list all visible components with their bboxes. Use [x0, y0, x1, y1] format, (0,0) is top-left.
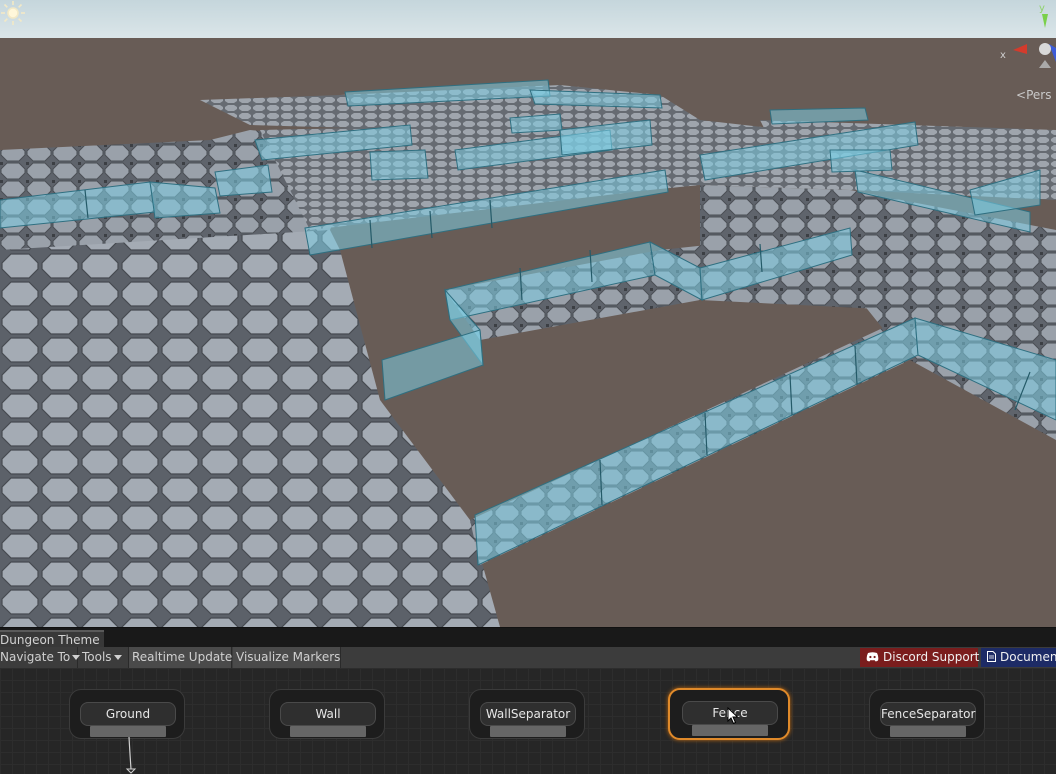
gizmo-y-label: y [1039, 3, 1045, 14]
navigate-to-dropdown[interactable]: Navigate To [0, 647, 81, 668]
discord-icon [866, 652, 879, 662]
projection-label: Pers [1026, 88, 1052, 102]
projection-toggle[interactable]: <Pers [1016, 88, 1051, 102]
node-output-pin[interactable] [890, 726, 966, 737]
discord-support-label: Discord Support [883, 650, 980, 664]
scene-view[interactable]: y x <Pers [0, 0, 1056, 627]
graph-toolbar: Navigate To Tools Realtime Update Visual… [0, 647, 1056, 669]
tools-label: Tools [82, 650, 112, 664]
node-wall[interactable]: Wall [269, 689, 385, 739]
gizmo-x-label: x [1000, 50, 1006, 61]
tools-dropdown[interactable]: Tools [79, 647, 129, 668]
visualize-markers-label: Visualize Markers [236, 650, 341, 664]
realtime-update-toggle[interactable]: Realtime Update [129, 647, 232, 668]
documentation-label: Document [1000, 650, 1056, 664]
tab-label: Dungeon Theme [0, 633, 100, 647]
node-output-pin[interactable] [90, 726, 166, 737]
light-icon[interactable] [0, 0, 26, 26]
realtime-update-label: Realtime Update [132, 650, 233, 664]
document-icon [987, 651, 996, 662]
dungeon-theme-panel: Dungeon Theme Navigate To Tools Realtime… [0, 627, 1056, 774]
unity-editor: y x <Pers Dungeon Theme Navigate To Tool… [0, 0, 1056, 774]
node-connection-link [125, 737, 137, 774]
node-title: Ground [80, 702, 176, 726]
node-output-pin[interactable] [490, 726, 566, 737]
chevron-down-icon [113, 655, 122, 660]
mouse-cursor-icon [727, 707, 739, 725]
navigate-to-label: Navigate To [0, 650, 71, 664]
node-title: FenceSeparator [880, 702, 976, 726]
theme-graph-canvas[interactable]: Ground Wall WallSeparator Fence FenceSep… [0, 668, 1056, 774]
node-wallseparator[interactable]: WallSeparator [469, 689, 585, 739]
chevron-left-icon: < [1016, 88, 1027, 102]
discord-support-button[interactable]: Discord Support [860, 648, 980, 667]
node-title: Wall [280, 702, 376, 726]
node-fenceseparator[interactable]: FenceSeparator [869, 689, 985, 739]
dungeon-scene-render [0, 0, 1056, 627]
tab-bar: Dungeon Theme [0, 627, 1056, 648]
node-output-pin[interactable] [692, 725, 768, 736]
tab-dungeon-theme[interactable]: Dungeon Theme [0, 630, 104, 648]
node-ground[interactable]: Ground [69, 689, 185, 739]
visualize-markers-toggle[interactable]: Visualize Markers [233, 647, 341, 668]
node-output-pin[interactable] [290, 726, 366, 737]
orientation-gizmo-icon[interactable] [1005, 0, 1056, 80]
documentation-button[interactable]: Document [981, 648, 1056, 667]
node-title: WallSeparator [480, 702, 576, 726]
